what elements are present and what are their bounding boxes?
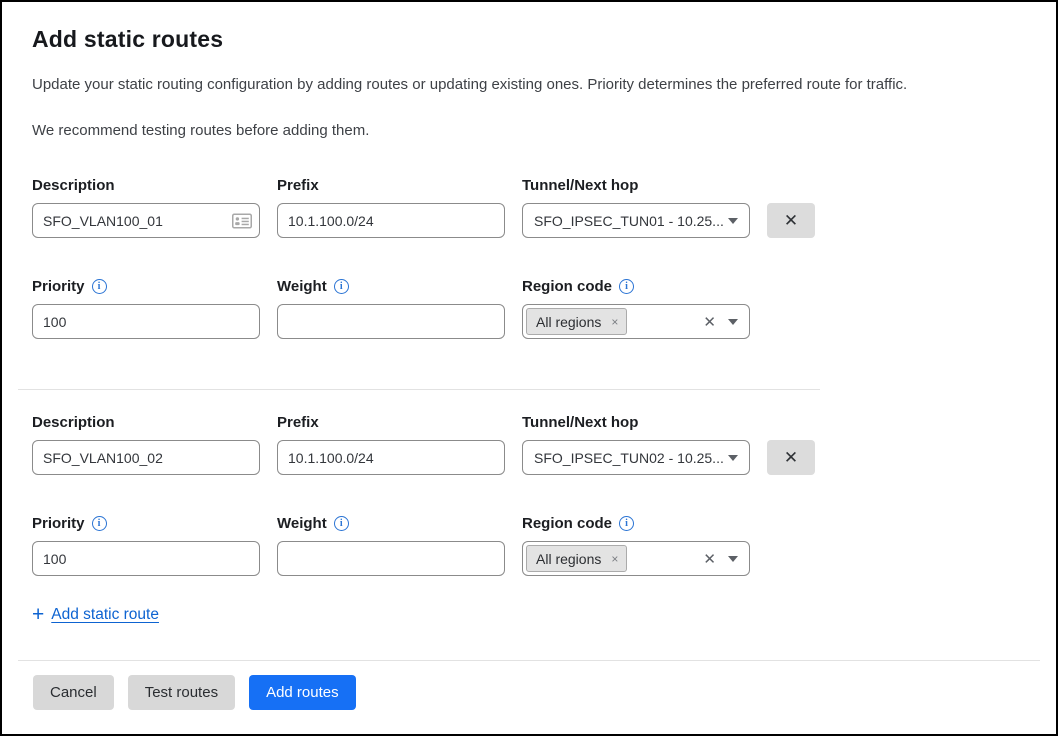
tunnel-label: Tunnel/Next hop bbox=[522, 177, 750, 194]
tunnel-selected-value: SFO_IPSEC_TUN01 - 10.25... bbox=[534, 213, 724, 229]
chevron-down-icon bbox=[728, 556, 738, 562]
route-2-priority-field: Priority i bbox=[32, 515, 260, 576]
region-label: Region code bbox=[522, 515, 612, 532]
route-2-options-row: Priority i Weight i Region code i All re… bbox=[32, 515, 1026, 576]
route-2-delete-button[interactable]: ✕ bbox=[767, 440, 815, 475]
priority-info-icon[interactable]: i bbox=[92, 516, 107, 531]
route-1-region-select[interactable]: All regions × ✕ bbox=[522, 304, 750, 339]
route-2-description-field: Description bbox=[32, 414, 260, 475]
description-label: Description bbox=[32, 177, 260, 194]
tunnel-label: Tunnel/Next hop bbox=[522, 414, 750, 431]
route-1-tunnel-select[interactable]: SFO_IPSEC_TUN01 - 10.25... bbox=[522, 203, 750, 238]
add-routes-button[interactable]: Add routes bbox=[249, 675, 356, 710]
route-1-tunnel-field: Tunnel/Next hop SFO_IPSEC_TUN01 - 10.25.… bbox=[522, 177, 750, 238]
route-2-tunnel-select[interactable]: SFO_IPSEC_TUN02 - 10.25... bbox=[522, 440, 750, 475]
region-tag-remove-icon[interactable]: × bbox=[611, 315, 618, 329]
chevron-down-icon bbox=[728, 455, 738, 461]
add-static-routes-dialog: Add static routes Update your static rou… bbox=[0, 0, 1058, 736]
route-2-priority-input[interactable] bbox=[32, 541, 260, 576]
priority-info-icon[interactable]: i bbox=[92, 279, 107, 294]
priority-label: Priority bbox=[32, 278, 85, 295]
route-divider bbox=[18, 389, 820, 390]
route-1-prefix-field: Prefix bbox=[277, 177, 505, 238]
route-2-main-row: Description Prefix Tunnel/Next hop SFO_I… bbox=[32, 414, 1026, 475]
page-title: Add static routes bbox=[32, 26, 1026, 53]
route-1-region-field: Region code i All regions × ✕ bbox=[522, 278, 750, 339]
route-1-main-row: Description Prefix T bbox=[32, 177, 1026, 238]
route-1-weight-input[interactable] bbox=[277, 304, 505, 339]
weight-label: Weight bbox=[277, 278, 327, 295]
intro-text: Update your static routing configuration… bbox=[32, 75, 1026, 95]
route-2-prefix-input[interactable] bbox=[277, 440, 505, 475]
route-1-weight-field: Weight i bbox=[277, 278, 505, 339]
route-1-options-row: Priority i Weight i Region code i All re… bbox=[32, 278, 1026, 339]
route-1-description-field: Description bbox=[32, 177, 260, 238]
region-tag: All regions × bbox=[526, 308, 627, 335]
route-1-priority-input[interactable] bbox=[32, 304, 260, 339]
priority-label: Priority bbox=[32, 515, 85, 532]
weight-info-icon[interactable]: i bbox=[334, 279, 349, 294]
region-tag-label: All regions bbox=[536, 551, 601, 567]
description-label: Description bbox=[32, 414, 260, 431]
region-label: Region code bbox=[522, 278, 612, 295]
tunnel-selected-value: SFO_IPSEC_TUN02 - 10.25... bbox=[534, 450, 724, 466]
route-2-region-select[interactable]: All regions × ✕ bbox=[522, 541, 750, 576]
plus-icon: + bbox=[32, 604, 44, 625]
prefix-label: Prefix bbox=[277, 177, 505, 194]
test-routes-button[interactable]: Test routes bbox=[128, 675, 235, 710]
region-info-icon[interactable]: i bbox=[619, 279, 634, 294]
route-2-region-field: Region code i All regions × ✕ bbox=[522, 515, 750, 576]
region-tag-label: All regions bbox=[536, 314, 601, 330]
route-1-delete-button[interactable]: ✕ bbox=[767, 203, 815, 238]
region-clear-icon[interactable]: ✕ bbox=[703, 550, 728, 568]
region-info-icon[interactable]: i bbox=[619, 516, 634, 531]
route-2-tunnel-field: Tunnel/Next hop SFO_IPSEC_TUN02 - 10.25.… bbox=[522, 414, 750, 475]
region-tag-remove-icon[interactable]: × bbox=[611, 552, 618, 566]
prefix-label: Prefix bbox=[277, 414, 505, 431]
add-static-route-link[interactable]: Add static route bbox=[51, 606, 159, 624]
chevron-down-icon bbox=[728, 218, 738, 224]
add-static-route-row: + Add static route bbox=[32, 604, 1026, 625]
recommendation-text: We recommend testing routes before addin… bbox=[32, 122, 1026, 139]
route-2-description-input[interactable] bbox=[32, 440, 260, 475]
route-1-priority-field: Priority i bbox=[32, 278, 260, 339]
route-1-description-input[interactable] bbox=[32, 203, 260, 238]
route-2-weight-field: Weight i bbox=[277, 515, 505, 576]
weight-label: Weight bbox=[277, 515, 327, 532]
route-2-weight-input[interactable] bbox=[277, 541, 505, 576]
cancel-button[interactable]: Cancel bbox=[33, 675, 114, 710]
route-1-prefix-input[interactable] bbox=[277, 203, 505, 238]
route-2-prefix-field: Prefix bbox=[277, 414, 505, 475]
chevron-down-icon bbox=[728, 319, 738, 325]
dialog-footer: Cancel Test routes Add routes bbox=[18, 660, 1040, 710]
weight-info-icon[interactable]: i bbox=[334, 516, 349, 531]
autofill-contact-card-icon[interactable] bbox=[232, 213, 252, 228]
region-tag: All regions × bbox=[526, 545, 627, 572]
region-clear-icon[interactable]: ✕ bbox=[703, 313, 728, 331]
